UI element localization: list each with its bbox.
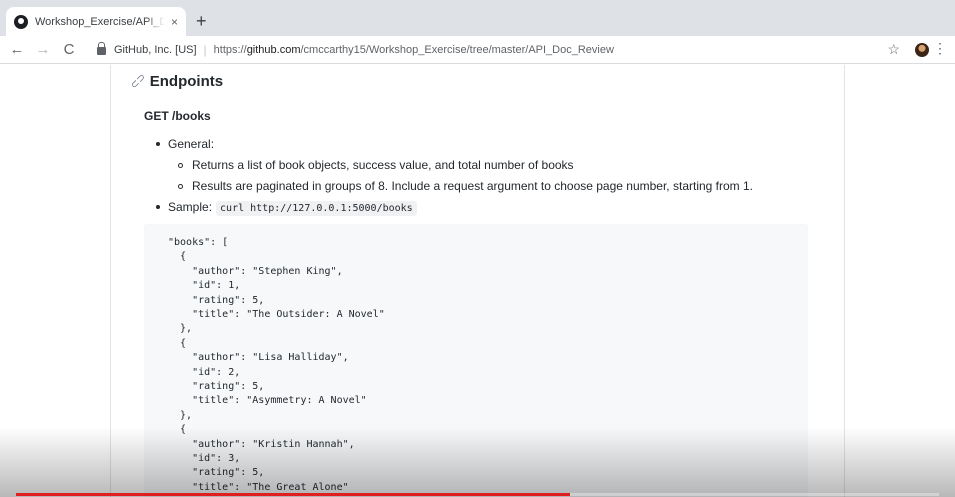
code-line: },: [168, 409, 193, 421]
sample-inline-code: curl http://127.0.0.1:5000/books: [216, 201, 417, 216]
sub-bullet: [178, 163, 183, 168]
forward-button[interactable]: →: [33, 41, 53, 58]
code-line: "title": "The Outsider: A Novel": [168, 309, 385, 320]
sub-list-item-label: Returns a list of book objects, success …: [192, 158, 574, 172]
url-path: /cmccarthy15/Workshop_Exercise/tree/mast…: [300, 43, 614, 56]
list-item-label: Sample: curl http://127.0.0.1:5000/books: [168, 200, 417, 216]
bullet: [156, 205, 160, 209]
bookmark-star-icon[interactable]: ☆: [887, 41, 900, 58]
profile-avatar[interactable]: [915, 43, 929, 57]
code-line: {: [168, 424, 187, 436]
tab-title: Workshop_Exercise/API_Doc_R: [35, 15, 165, 28]
list-item-label: General:: [168, 137, 215, 151]
content-border-left: [110, 65, 111, 497]
code-line: "books": [: [168, 237, 229, 248]
tab-close-button[interactable]: ×: [171, 15, 178, 29]
code-line: "title": "Asymmetry: A Novel": [168, 395, 367, 407]
code-line: },: [168, 323, 193, 335]
bullet: [156, 142, 160, 146]
code-line: {: [168, 251, 187, 263]
code-line: "id": 2,: [168, 366, 241, 378]
sub-bullet: [178, 184, 183, 189]
back-button[interactable]: ←: [7, 41, 27, 58]
code-line: "author": "Kristin Hannah",: [168, 438, 355, 450]
code-line: "author": "Stephen King",: [168, 265, 343, 277]
code-line: "rating": 5,: [168, 467, 265, 479]
new-tab-button[interactable]: +: [196, 11, 207, 32]
kebab-menu-icon[interactable]: ⋮: [933, 40, 947, 57]
video-progress-bar[interactable]: [16, 493, 570, 496]
code-line: "author": "Lisa Halliday",: [168, 352, 349, 364]
video-progress-track[interactable]: [570, 493, 939, 496]
browser-tab[interactable]: Workshop_Exercise/API_Doc_R ×: [6, 7, 186, 36]
endpoint-title: GET /books: [144, 109, 211, 123]
site-identity[interactable]: GitHub, Inc. [US]: [114, 44, 197, 56]
code-block: "books": [ { "author": "Stephen King", "…: [144, 224, 808, 497]
code-line: "rating": 5,: [168, 294, 265, 306]
url-prefix: https://: [213, 43, 247, 56]
reload-button[interactable]: C: [59, 41, 79, 58]
anchor-link-icon[interactable]: ⊂⊃: [129, 72, 149, 92]
sample-label: Sample:: [168, 200, 213, 214]
lock-icon[interactable]: [97, 42, 106, 55]
omnibox-separator: |: [203, 42, 207, 57]
code-line: "id": 1,: [168, 280, 241, 292]
address-bar[interactable]: https://github.com/cmccarthy15/Workshop_…: [214, 44, 614, 56]
content-border-right: [844, 65, 845, 497]
url-host: github.com: [246, 43, 301, 56]
browser-toolbar: ← → C GitHub, Inc. [US] | https://github…: [0, 36, 955, 64]
github-favicon-icon: [14, 14, 28, 29]
sub-list-item-label: Results are paginated in groups of 8. In…: [192, 179, 754, 193]
page-content: ⊂⊃ Endpoints GET /books General: Returns…: [0, 65, 955, 497]
code-line: {: [168, 337, 187, 349]
code-line: "rating": 5,: [168, 381, 265, 392]
code-line: "id": 3,: [168, 453, 241, 464]
endpoints-heading: ⊂⊃ Endpoints: [129, 72, 224, 92]
tab-strip: Workshop_Exercise/API_Doc_R × +: [0, 0, 955, 36]
heading-text: Endpoints: [149, 73, 224, 90]
